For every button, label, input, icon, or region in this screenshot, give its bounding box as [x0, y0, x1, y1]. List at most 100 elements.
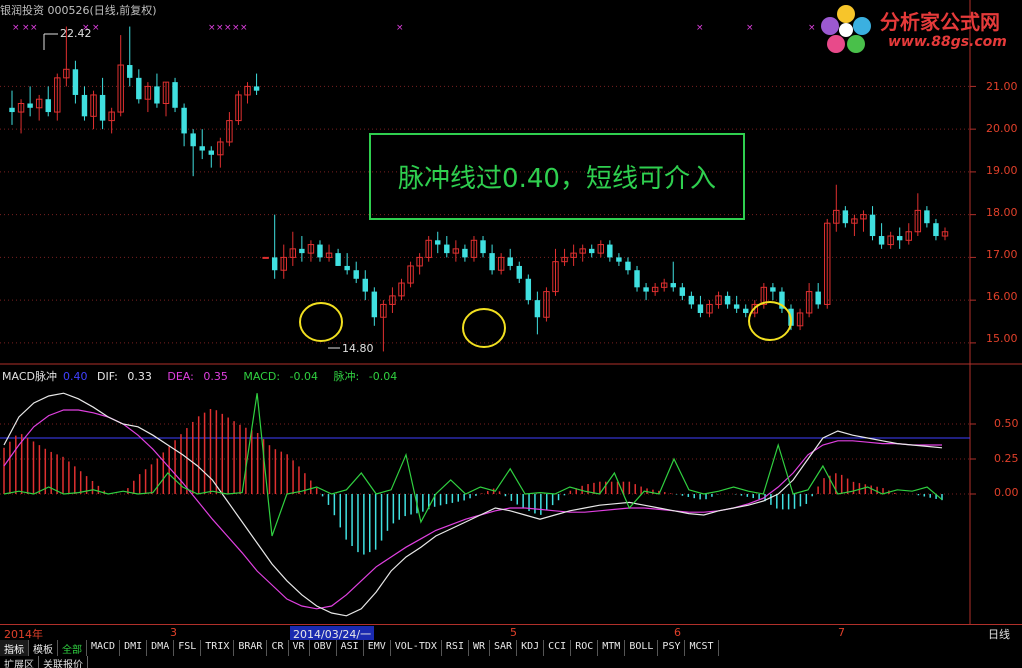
tab-brar[interactable]: BRAR [234, 640, 268, 656]
candle-body [199, 146, 205, 151]
site-logo[interactable]: 分析家公式网 www.88gs.com [818, 2, 1018, 56]
tab-vr[interactable]: VR [289, 640, 310, 656]
tab-dmi[interactable]: DMI [120, 640, 148, 656]
logo-title: 分析家公式网 [880, 10, 1000, 34]
candle-body [362, 278, 368, 292]
candle-body [344, 265, 350, 271]
candle-body [172, 82, 178, 108]
tab-macd[interactable]: MACD [87, 640, 121, 656]
signal-mark: × [92, 23, 100, 33]
tab-psy[interactable]: PSY [658, 640, 686, 656]
macd-legend: MACD脉冲 0.40 DIF: 0.33 DEA: 0.35 MACD: -0.… [2, 368, 409, 384]
flower-logo-icon [821, 5, 871, 53]
candle-body [607, 244, 613, 258]
macd-tick: 0.50 [994, 417, 1019, 430]
candle-body [933, 223, 939, 237]
low-price-marker: 14.80 [342, 342, 374, 355]
candle-body [525, 278, 532, 301]
candle-body [72, 69, 79, 95]
candle-body [181, 107, 187, 134]
candle-body [462, 248, 468, 258]
tab-dma[interactable]: DMA [147, 640, 175, 656]
candle-body [353, 270, 359, 279]
candle-body [335, 253, 341, 266]
dif-line [3, 392, 943, 617]
chart-window: × × × × × × × × × × × × × × 银润投资 000526(日线,前复权) 分析家公式… [0, 0, 1022, 668]
signal-mark: × [808, 23, 816, 33]
candle-body [616, 257, 622, 262]
tab-templates[interactable]: 模板 [29, 640, 58, 656]
candle-body [896, 236, 903, 241]
candle-body [507, 257, 513, 266]
signal-mark: × [12, 23, 20, 33]
time-axis: 2014年 3 2014/03/24/一 5 6 7 日线 [0, 624, 1022, 642]
candle-body [733, 304, 740, 309]
tab-boll[interactable]: BOLL [625, 640, 659, 656]
tab-roc[interactable]: ROC [571, 640, 599, 656]
candle-body [743, 308, 749, 313]
tab-cci[interactable]: CCI [544, 640, 572, 656]
macd-tick: 0.25 [994, 452, 1019, 465]
pulse-label: 脉冲: [333, 370, 360, 383]
tab-trix[interactable]: TRIX [201, 640, 235, 656]
price-tick: 15.00 [986, 332, 1018, 345]
tab-mtm[interactable]: MTM [598, 640, 626, 656]
tab-sar[interactable]: SAR [490, 640, 518, 656]
candle-body [317, 244, 323, 258]
candle-body [697, 304, 704, 313]
candle-body [444, 244, 450, 254]
candle-body [688, 295, 695, 305]
related-quotes-button[interactable]: 关联报价 [39, 656, 88, 668]
tab-emv[interactable]: EMV [364, 640, 391, 656]
candle-body [435, 240, 441, 245]
tab-fsl[interactable]: FSL [174, 640, 202, 656]
candle-body [262, 256, 269, 259]
signal-mark: × [22, 23, 30, 33]
extension-area-button[interactable]: 扩展区 [0, 656, 39, 668]
indicator-name[interactable]: MACD脉冲 [2, 370, 57, 383]
tab-mcst[interactable]: MCST [685, 640, 719, 656]
chart-canvas[interactable]: × × × × × × × × × × × × × × [0, 0, 1022, 668]
tab-vol-tdx[interactable]: VOL-TDX [391, 640, 442, 656]
time-label: 3 [170, 626, 177, 639]
candle-body [534, 300, 541, 318]
macd-label: MACD: [243, 370, 281, 383]
tab-asi[interactable]: ASI [337, 640, 364, 656]
candle-body [724, 295, 731, 305]
candle-body [842, 210, 849, 224]
signal-mark: × [696, 23, 704, 33]
signal-mark: × [396, 23, 404, 33]
macd-value: -0.04 [289, 370, 319, 383]
dea-label: DEA: [167, 370, 194, 383]
dea-value: 0.35 [203, 370, 228, 383]
candle-body [81, 94, 88, 117]
candle-body [271, 257, 278, 271]
tab-rsi[interactable]: RSI [442, 640, 469, 656]
macd-tick: 0.00 [994, 486, 1019, 499]
signal-mark: × [216, 23, 224, 33]
candle-body [27, 103, 33, 108]
candle-body [924, 210, 930, 224]
candle-body [670, 283, 676, 288]
price-tick: 18.00 [986, 206, 1018, 219]
signal-mark: × [208, 23, 216, 33]
tab-kdj[interactable]: KDJ [517, 640, 545, 656]
candle-body [770, 287, 776, 292]
tab-obv[interactable]: OBV [310, 640, 337, 656]
signal-mark: × [746, 23, 754, 33]
logo-url: www.88gs.com [888, 34, 1007, 50]
candle-body [869, 214, 876, 237]
candle-body [878, 236, 885, 245]
tab-cr[interactable]: CR [267, 640, 289, 656]
tab-all[interactable]: 全部 [58, 640, 87, 656]
tab-wr[interactable]: WR [469, 640, 491, 656]
price-tick: 17.00 [986, 248, 1018, 261]
candle-body [299, 248, 305, 254]
signal-mark: × [224, 23, 232, 33]
candle-body [45, 99, 51, 113]
candle-body [99, 94, 106, 121]
threshold-value: 0.40 [62, 370, 88, 383]
candle-body [679, 287, 686, 296]
tab-indicators[interactable]: 指标 [0, 640, 29, 656]
stock-title: 银润投资 000526(日线,前复权) [0, 2, 157, 18]
